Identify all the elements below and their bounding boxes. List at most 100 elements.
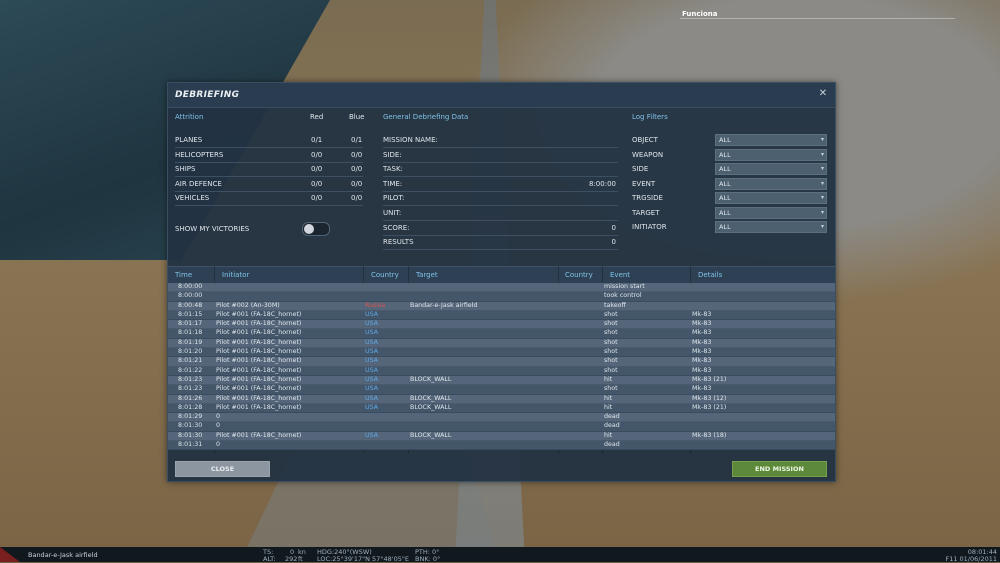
table-row[interactable]: 8:01:17 Pilot #001 (FA-18C_hornet) USA shot… <box>168 320 835 330</box>
log-details: Mk-83 <box>692 357 712 365</box>
log-initiator: Pilot #002 (An-30M) <box>216 301 280 309</box>
filter-row: WEAPON ALL ▾ <box>632 148 827 162</box>
table-row[interactable]: 8:01:23 Pilot #001 (FA-18C_hornet) USA BLOC… <box>168 375 835 386</box>
header-country[interactable]: Country <box>371 271 399 279</box>
filter-dropdown[interactable]: ALL ▾ <box>715 177 827 190</box>
log-time: 8:01:19 <box>178 338 203 346</box>
chevron-down-icon: ▾ <box>820 136 824 143</box>
log-initiator: Pilot #001 (FA-18C_hornet) <box>216 385 302 393</box>
general-row: UNIT: <box>383 206 618 221</box>
debriefing-dialog: DEBRIEFING ✕ Attrition Red Blue PLANES 0/… <box>167 82 836 482</box>
log-time: 8:00:00 <box>178 292 203 300</box>
log-target: BLOCK_WALL <box>410 431 452 439</box>
log-time: 8:01:30 <box>178 431 203 439</box>
log-country: USA <box>365 320 379 328</box>
log-country: USA <box>365 329 379 337</box>
general-row: SIDE: <box>383 148 618 163</box>
filter-label: INITIATOR <box>632 223 667 231</box>
general-row: TIME: 8:00:00 <box>383 177 618 192</box>
attrition-category: HELICOPTERS <box>175 150 224 159</box>
table-row[interactable]: 8:01:22 Pilot #001 (FA-18C_hornet) USA shot… <box>168 366 835 376</box>
table-row[interactable]: 8:01:20 Pilot #001 (FA-18C_hornet) USA shot… <box>168 348 835 358</box>
general-label: UNIT: <box>383 209 402 217</box>
table-row[interactable]: 8:01:30 0 dead <box>168 422 835 432</box>
table-row[interactable]: 8:01:19 Pilot #001 (FA-18C_hornet) USA shot… <box>168 338 835 349</box>
filter-dropdown[interactable]: ALL ▾ <box>715 163 827 175</box>
log-details: Mk-83 (21) <box>692 403 727 411</box>
log-country: USA <box>365 403 379 411</box>
table-row[interactable]: 8:01:21 Pilot #001 (FA-18C_hornet) USA shot… <box>168 357 835 367</box>
log-target: BLOCK_WALL <box>410 394 452 402</box>
log-time: 8:01:18 <box>178 329 203 337</box>
log-details: Mk-83 (18) <box>692 431 727 439</box>
log-details: Mk-83 <box>692 338 712 346</box>
log-event: hit <box>604 375 613 383</box>
log-event: shot <box>604 310 618 318</box>
attrition-red-value: 0/0 <box>311 150 323 159</box>
attrition-blue-value: 0/0 <box>351 179 363 188</box>
log-country: USA <box>365 338 379 346</box>
log-event: dead <box>604 422 620 430</box>
log-time: 8:01:22 <box>178 366 203 374</box>
attrition-blue-value: 0/1 <box>351 136 363 144</box>
table-row[interactable]: 8:00:00 took control <box>168 292 835 302</box>
log-time: 8:01:28 <box>178 403 203 411</box>
log-target: BLOCK_WALL <box>410 375 452 383</box>
attrition-blue-value: 0/0 <box>351 165 363 173</box>
log-details: Mk-83 <box>692 366 712 374</box>
filter-dropdown[interactable]: ALL ▾ <box>715 148 827 161</box>
blue-column-label: Blue <box>349 113 365 121</box>
general-row: MISSION NAME: <box>383 133 618 148</box>
header-time[interactable]: Time <box>175 271 192 279</box>
attrition-blue-value: 0/0 <box>351 194 363 202</box>
log-time: 8:01:20 <box>178 348 203 356</box>
general-value: 0 <box>611 238 616 247</box>
log-time: 8:01:17 <box>178 320 203 328</box>
log-time: 8:01:15 <box>178 310 203 318</box>
end-mission-button[interactable]: END MISSION <box>732 461 827 477</box>
filter-dropdown[interactable]: ALL ▾ <box>715 192 827 204</box>
table-row[interactable]: 8:01:31 0 dead <box>168 441 835 451</box>
show-victories-toggle[interactable] <box>302 222 330 236</box>
close-icon[interactable]: ✕ <box>817 88 829 100</box>
header-target[interactable]: Target <box>416 271 438 279</box>
general-label: TIME: <box>383 179 403 188</box>
log-details: Mk-83 <box>692 329 712 337</box>
attrition-red-value: 0/1 <box>311 136 323 144</box>
chevron-down-icon: ▾ <box>820 165 824 172</box>
log-initiator: Pilot #001 (FA-18C_hornet) <box>216 357 302 365</box>
log-event: shot <box>604 366 618 374</box>
log-initiator: Pilot #001 (FA-18C_hornet) <box>216 310 302 318</box>
log-table-body[interactable]: 8:00:00 mission start 8:00:00 took control 8… <box>168 283 835 453</box>
table-row[interactable]: 8:01:23 Pilot #001 (FA-18C_hornet) USA shot… <box>168 385 835 395</box>
attrition-row: HELICOPTERS 0/0 0/0 <box>175 148 363 163</box>
table-row[interactable]: 8:01:28 Pilot #001 (FA-18C_hornet) USA BLOC… <box>168 403 835 414</box>
table-row[interactable]: 8:01:15 Pilot #001 (FA-18C_hornet) USA shot… <box>168 310 835 321</box>
table-row[interactable]: 8:00:00 mission start <box>168 283 835 293</box>
filter-label: OBJECT <box>632 136 658 144</box>
general-label: RESULTS <box>383 238 414 247</box>
log-event: hit <box>604 394 613 402</box>
table-row[interactable]: 8:01:29 0 dead <box>168 413 835 423</box>
table-row[interactable]: 8:01:18 Pilot #001 (FA-18C_hornet) USA shot… <box>168 329 835 339</box>
general-label: SCORE: <box>383 223 410 232</box>
table-row[interactable]: 8:00:48 Pilot #002 (An-30M) Russia Bandar-e… <box>168 301 835 311</box>
dialog-title: DEBRIEFING <box>175 90 240 100</box>
header-initiator[interactable]: Initiator <box>222 271 249 279</box>
log-initiator: Pilot #001 (FA-18C_hornet) <box>216 338 302 346</box>
filter-dropdown[interactable]: ALL ▾ <box>715 134 827 146</box>
table-row[interactable]: 8:01:26 Pilot #001 (FA-18C_hornet) USA BLOC… <box>168 394 835 404</box>
filter-selected-value: ALL <box>719 136 731 144</box>
filter-dropdown[interactable]: ALL ▾ <box>715 206 827 219</box>
log-event: hit <box>604 403 613 411</box>
table-row[interactable]: 8:01:30 Pilot #001 (FA-18C_hornet) USA BLOC… <box>168 431 835 442</box>
header-target-country[interactable]: Country <box>565 271 593 279</box>
header-event[interactable]: Event <box>610 271 630 279</box>
filter-dropdown[interactable]: ALL ▾ <box>715 221 827 233</box>
log-country: USA <box>365 431 379 439</box>
log-event: shot <box>604 320 618 328</box>
header-details[interactable]: Details <box>698 271 722 279</box>
attrition-row: SHIPS 0/0 0/0 <box>175 162 363 177</box>
close-button[interactable]: CLOSE <box>175 461 270 477</box>
log-country: USA <box>365 310 379 318</box>
